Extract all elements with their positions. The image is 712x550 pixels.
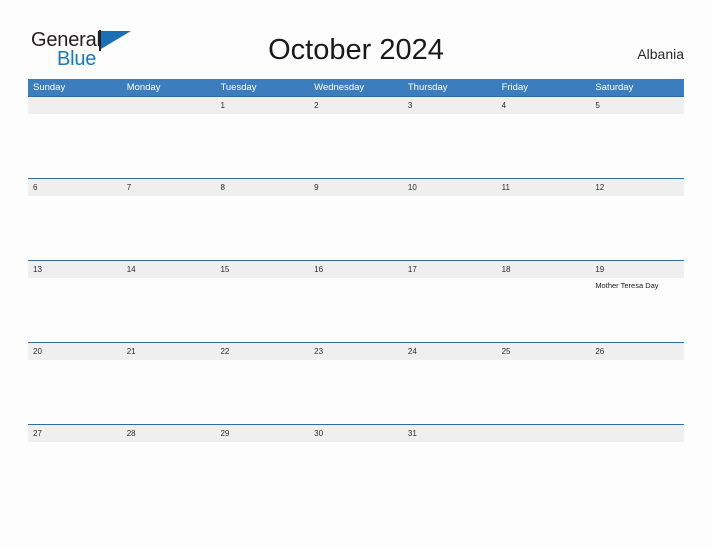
- day-number: 7: [121, 179, 216, 196]
- day-cell[interactable]: 13: [28, 261, 122, 342]
- weekday-header-tuesday: Tuesday: [220, 82, 257, 93]
- day-number: [590, 425, 685, 442]
- day-number: 30: [309, 425, 403, 442]
- calendar-week-row: 20 21 22 23 24 25 26: [28, 342, 685, 424]
- day-number: 13: [28, 261, 122, 278]
- day-cell[interactable]: 28: [121, 425, 216, 506]
- day-number: 19: [590, 261, 685, 278]
- calendar-week-days: 27 28 29 30 31: [28, 425, 685, 506]
- day-cell[interactable]: 20: [28, 343, 122, 424]
- day-cell[interactable]: 22: [215, 343, 310, 424]
- day-cell[interactable]: 25: [496, 343, 591, 424]
- day-cell[interactable]: 23: [309, 343, 403, 424]
- day-number: 20: [28, 343, 122, 360]
- calendar-week-row: 6 7 8 9 10 11 12: [28, 178, 685, 260]
- day-cell[interactable]: 29: [215, 425, 310, 506]
- day-cell[interactable]: 3: [402, 97, 497, 178]
- day-number: 2: [309, 97, 403, 114]
- day-cell[interactable]: 27: [28, 425, 122, 506]
- calendar-week-days: 6 7 8 9 10 11 12: [28, 179, 685, 260]
- calendar-week-row: 27 28 29 30 31: [28, 424, 685, 506]
- weekday-header-thursday: Thursday: [407, 82, 448, 93]
- weekday-header-sunday: Sunday: [33, 82, 66, 93]
- day-cell-empty: [28, 97, 122, 178]
- calendar-week-days: 20 21 22 23 24 25 26: [28, 343, 685, 424]
- weekday-header-wednesday: Wednesday: [314, 82, 365, 93]
- day-number: [121, 97, 216, 114]
- day-number: [28, 97, 122, 114]
- day-number: 23: [309, 343, 403, 360]
- day-cell[interactable]: 17: [402, 261, 497, 342]
- page-title: October 2024: [268, 34, 444, 66]
- day-number: 5: [590, 97, 685, 114]
- day-number: 9: [309, 179, 403, 196]
- day-number: 17: [402, 261, 497, 278]
- day-number: 11: [496, 179, 591, 196]
- day-cell[interactable]: 18: [496, 261, 591, 342]
- day-number: 24: [402, 343, 497, 360]
- day-number: 31: [402, 425, 497, 442]
- day-cell-empty: [121, 97, 216, 178]
- calendar-page: General Blue October 2024 Albania Sunday…: [0, 0, 712, 550]
- day-cell[interactable]: 24: [402, 343, 497, 424]
- day-number: 8: [215, 179, 310, 196]
- day-cell[interactable]: 2: [309, 97, 403, 178]
- day-number: 26: [590, 343, 685, 360]
- day-cell[interactable]: 4: [496, 97, 591, 178]
- day-cell-empty: [590, 425, 685, 506]
- holiday-label: Mother Teresa Day: [595, 281, 659, 290]
- day-cell[interactable]: 1: [215, 97, 310, 178]
- calendar-week-row: 13 14 15 16 17 18 19 Mother Teresa Day: [28, 260, 685, 342]
- weekday-header-friday: Friday: [501, 82, 528, 93]
- calendar-week-days: 12345: [28, 97, 685, 178]
- day-number: 25: [496, 343, 591, 360]
- day-cell[interactable]: 10: [402, 179, 497, 260]
- day-number: 6: [28, 179, 122, 196]
- calendar-week-rows: 1 2 3 4 5 6 7 8 9 10 11 12 13 14 15 16 17 18 19 Mother Tere…: [28, 96, 685, 506]
- day-number: [496, 425, 591, 442]
- day-cell[interactable]: 6: [28, 179, 122, 260]
- day-number: 22: [215, 343, 310, 360]
- day-cell[interactable]: 15: [215, 261, 310, 342]
- country-label: Albania: [637, 46, 684, 62]
- weekday-header-row: Sunday Monday Tuesday Wednesday Thursday Frid…: [28, 79, 684, 96]
- calendar-week-row: 12345: [28, 96, 685, 178]
- day-cell[interactable]: 8: [215, 179, 310, 260]
- day-number: 12: [590, 179, 685, 196]
- day-number: 29: [215, 425, 310, 442]
- day-number: 4: [496, 97, 591, 114]
- day-number: 14: [121, 261, 216, 278]
- day-cell[interactable]: 16: [309, 261, 403, 342]
- day-number: 15: [215, 261, 310, 278]
- day-cell[interactable]: 21: [121, 343, 216, 424]
- weekday-header-saturday: Saturday: [595, 82, 634, 93]
- calendar-grid: Sunday Monday Tuesday Wednesday Thursday Frid…: [28, 79, 685, 506]
- day-cell[interactable]: 26: [590, 343, 685, 424]
- day-cell[interactable]: 19 Mother Teresa Day: [590, 261, 685, 342]
- day-number: 3: [402, 97, 497, 114]
- day-number: 16: [309, 261, 403, 278]
- day-number: 10: [402, 179, 497, 196]
- day-cell-empty: [496, 425, 591, 506]
- day-number: 21: [121, 343, 216, 360]
- day-cell[interactable]: 9: [309, 179, 403, 260]
- day-cell[interactable]: 14: [121, 261, 216, 342]
- day-cell[interactable]: 12: [590, 179, 685, 260]
- day-cell[interactable]: 11: [496, 179, 591, 260]
- day-number: 27: [28, 425, 122, 442]
- day-number: 1: [215, 97, 310, 114]
- day-number: 18: [496, 261, 591, 278]
- day-cell[interactable]: 5: [590, 97, 685, 178]
- day-cell[interactable]: 31: [402, 425, 497, 506]
- calendar-week-days: 13 14 15 16 17 18 19 Mother Teresa Day: [28, 261, 685, 342]
- day-events: Mother Teresa Day: [595, 278, 684, 291]
- day-cell[interactable]: 30: [309, 425, 403, 506]
- weekday-header-monday: Monday: [126, 82, 161, 93]
- page-header: General Blue October 2024 Albania: [0, 0, 712, 78]
- day-cell[interactable]: 7: [121, 179, 216, 260]
- day-number: 28: [121, 425, 216, 442]
